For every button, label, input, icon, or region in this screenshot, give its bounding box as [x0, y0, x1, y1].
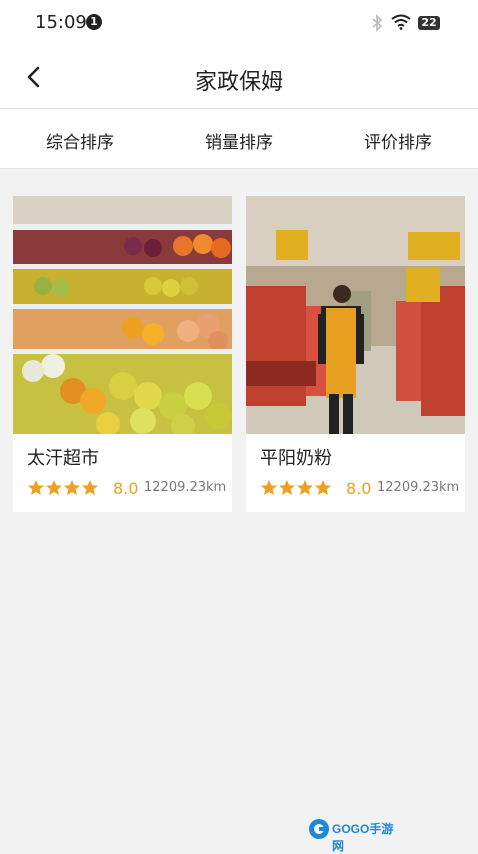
distance-value: 12209.23km [144, 480, 227, 495]
status-bar: 15:09 1 22 [0, 0, 478, 46]
rating-stars [261, 480, 331, 495]
shop-name: 太汗超市 [27, 448, 99, 469]
rating-value: 8.0 [113, 479, 139, 498]
page-title: 家政保姆 [194, 70, 283, 95]
shop-card[interactable]: 平阳奶粉 8.0 12209.23km [246, 196, 465, 512]
nav-bar: 家政保姆 [0, 46, 478, 109]
watermark-logo: GOGO手游网 [308, 818, 403, 853]
rating-value: 8.0 [346, 479, 372, 498]
tab-sort-rating[interactable]: 评价排序 [338, 128, 458, 153]
gogo-logo-icon [309, 819, 329, 839]
star-icon [28, 480, 44, 495]
bluetooth-icon [372, 14, 383, 32]
star-icon [297, 480, 313, 495]
star-icon [315, 480, 331, 495]
notification-badge: 1 [86, 14, 102, 30]
distance-value: 12209.23km [377, 480, 460, 495]
watermark-text: GOGO手游网 [332, 822, 394, 853]
star-icon [46, 480, 62, 495]
shop-name: 平阳奶粉 [260, 448, 332, 469]
shop-card[interactable]: 太汗超市 8.0 12209.23km [13, 196, 232, 512]
tab-sort-overall[interactable]: 综合排序 [20, 128, 140, 153]
wifi-icon [391, 14, 411, 30]
battery-indicator: 22 [418, 16, 440, 30]
tab-sort-sales[interactable]: 销量排序 [179, 128, 299, 153]
star-icon [82, 480, 98, 495]
status-time: 15:09 [35, 12, 87, 33]
sort-bar: 综合排序 销量排序 评价排序 [0, 109, 478, 169]
star-icon [64, 480, 80, 495]
star-icon [279, 480, 295, 495]
rating-stars [28, 480, 98, 495]
star-icon [261, 480, 277, 495]
shop-image-fruit [13, 196, 232, 434]
shop-image-aisle [246, 196, 465, 434]
